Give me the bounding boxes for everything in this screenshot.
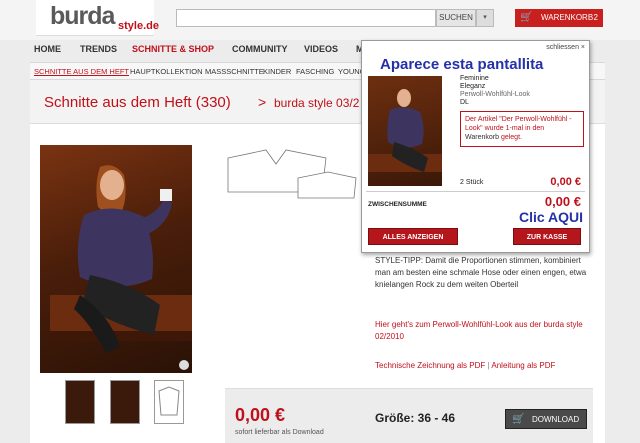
breadcrumb-link[interactable]: burda style 03/2 xyxy=(274,96,359,110)
nav-item-videos[interactable]: VIDEOS xyxy=(304,44,338,54)
zoom-icon xyxy=(179,360,189,370)
style-tip-text: STYLE-TIPP: Damit die Proportionen stimm… xyxy=(375,256,587,289)
top-bar: burda style.de SUCHEN ▾ 🛒 WARENKORB 2 xyxy=(0,0,640,40)
nav-item-schnitte-shop[interactable]: SCHNITTE & SHOP xyxy=(132,44,214,54)
model-illustration xyxy=(50,165,192,370)
notice-end: gelegt. xyxy=(500,134,522,141)
product-price: 0,00 € xyxy=(235,405,286,425)
download-label: DOWNLOAD xyxy=(532,415,580,424)
thumbnail-2[interactable] xyxy=(110,380,140,424)
popup-product-name[interactable]: Feminine Eleganz Perwoll-Wohlfühl-Look D… xyxy=(460,75,582,107)
technical-drawing[interactable] xyxy=(226,148,362,210)
nav-item-home[interactable]: HOME xyxy=(34,44,61,54)
download-button[interactable]: 🛒 DOWNLOAD xyxy=(505,409,587,429)
page-title: Schnitte aus dem Heft (330) xyxy=(44,94,231,111)
size-range: Größe: 36 - 46 xyxy=(375,411,456,425)
popup-quantity: 2 Stück xyxy=(460,179,484,186)
annotation-bottom: Clic AQUI xyxy=(518,209,583,225)
popup-close-button[interactable]: schliessen × xyxy=(546,44,585,51)
subtotal-label: ZWISCHENSUMME xyxy=(368,201,427,208)
cart-count: 2 xyxy=(593,13,598,22)
sketch-thumb-icon xyxy=(158,386,180,416)
nav-item-trends[interactable]: TRENDS xyxy=(80,44,117,54)
logo-sub-text: style.de xyxy=(118,20,159,32)
popup-divider xyxy=(366,191,585,192)
thumbnail-1[interactable] xyxy=(65,380,95,424)
annotation-top: Aparece esta pantallita xyxy=(380,56,544,73)
checkout-button[interactable]: ZUR KASSE xyxy=(513,228,581,245)
product-name-line: Eleganz xyxy=(460,83,486,90)
product-name-line: DL xyxy=(460,99,469,106)
popup-product-image[interactable] xyxy=(368,76,442,186)
model-thumbnail xyxy=(368,89,442,172)
search-dropdown[interactable]: ▾ xyxy=(476,9,494,27)
pdf-technical-drawing-link[interactable]: Technische Zeichnung als PDF xyxy=(375,361,485,370)
notice-text: Der Artikel "Der Perwoll-Wohlfühl -Look"… xyxy=(465,116,572,132)
cart-button[interactable]: 🛒 WARENKORB 2 xyxy=(515,9,603,27)
cart-popup: schliessen × Aparece esta pantallita Fem… xyxy=(361,40,590,253)
look-link[interactable]: Hier geht's zum Perwoll-Wohlfühl-Look au… xyxy=(375,319,590,343)
garment-sketch xyxy=(227,149,357,199)
subnav-item-fasching[interactable]: FASCHING xyxy=(296,67,334,76)
search-input[interactable] xyxy=(176,9,436,27)
subnav-item-hauptkollektion[interactable]: HAUPTKOLLEKTION xyxy=(130,67,203,76)
buy-bar: 0,00 € sofort lieferbar als Download Grö… xyxy=(225,388,593,443)
pdf-links: Technische Zeichnung als PDF | Anleitung… xyxy=(375,361,555,370)
pdf-instructions-link[interactable]: Anleitung als PDF xyxy=(491,361,555,370)
popup-item-price: 0,00 € xyxy=(550,176,581,188)
subnav-item-heft[interactable]: SCHNITTE AUS DEM HEFT xyxy=(34,67,129,76)
thumbnail-3[interactable] xyxy=(154,380,184,424)
subnav-item-kinder[interactable]: KINDER xyxy=(263,67,291,76)
price-note: sofort lieferbar als Download xyxy=(235,429,324,436)
burda-logo[interactable]: burda style.de xyxy=(36,0,159,36)
cart-icon: 🛒 xyxy=(520,12,533,23)
cart-icon: 🛒 xyxy=(512,414,525,425)
product-name-line: Perwoll-Wohlfühl-Look xyxy=(460,91,530,98)
nav-item-community[interactable]: COMMUNITY xyxy=(232,44,288,54)
show-all-button[interactable]: ALLES ANZEIGEN xyxy=(368,228,458,245)
subtotal-value: 0,00 € xyxy=(544,194,581,209)
notice-cart-word: Warenkorb xyxy=(465,134,499,141)
logo-main-text: burda xyxy=(50,2,115,30)
subnav-item-massschnitte[interactable]: MASSSCHNITTE xyxy=(205,67,264,76)
cart-label: WARENKORB xyxy=(541,13,594,22)
breadcrumb-arrow: > xyxy=(258,94,267,110)
product-name-line: Feminine xyxy=(460,75,489,82)
pdf-separator: | xyxy=(487,361,490,370)
added-to-cart-notice: Der Artikel "Der Perwoll-Wohlfühl -Look"… xyxy=(460,111,584,147)
product-photo[interactable] xyxy=(40,145,192,373)
search-button[interactable]: SUCHEN xyxy=(436,9,476,27)
